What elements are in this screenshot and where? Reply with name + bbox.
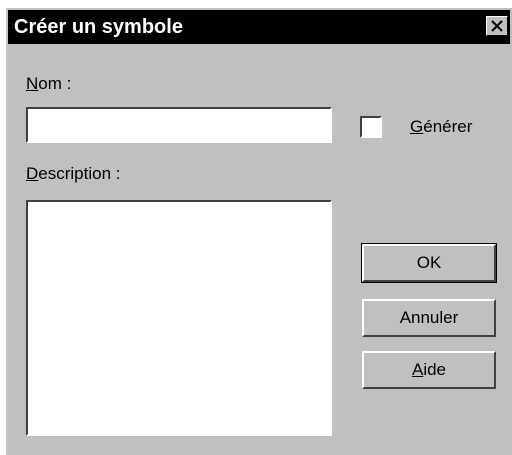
ok-button[interactable]: OK	[361, 243, 497, 283]
name-input[interactable]	[28, 109, 330, 141]
description-textarea[interactable]	[28, 202, 330, 434]
description-field-frame	[26, 200, 332, 436]
cancel-button[interactable]: Annuler	[362, 299, 496, 337]
help-button[interactable]: Aide	[362, 351, 496, 389]
close-icon	[491, 20, 503, 32]
name-field-frame	[26, 107, 332, 143]
name-label: Nom :	[26, 74, 72, 93]
generate-label[interactable]: Générer	[410, 117, 472, 137]
create-symbol-dialog: Créer un symbole Nom : Générer Descripti…	[6, 8, 512, 455]
description-label: Description :	[26, 164, 121, 183]
window-title: Créer un symbole	[14, 16, 183, 38]
generate-checkbox[interactable]	[360, 116, 382, 138]
close-button[interactable]	[486, 16, 508, 36]
title-bar[interactable]: Créer un symbole	[8, 10, 510, 44]
